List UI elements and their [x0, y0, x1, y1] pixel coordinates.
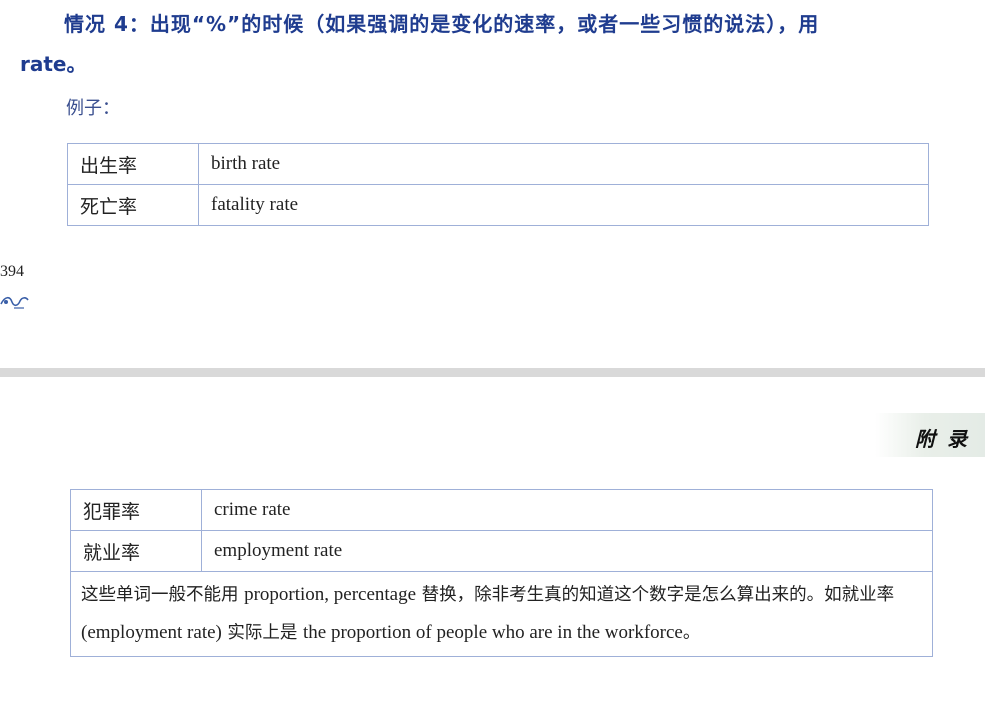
- note-text: (employment rate): [81, 622, 222, 643]
- situation-title: 情况 4：出现“%”的时候（如果强调的是变化的速率，或者一些习惯的说法），用: [64, 12, 820, 36]
- note-text: 替换，除非考生真的知道这个数字是怎么算出来的。如就业率: [416, 585, 895, 605]
- note-text: proportion, percentage: [244, 584, 417, 605]
- term-english: crime rate: [201, 489, 933, 531]
- term-english: employment rate: [201, 530, 933, 572]
- situation-title-continuation: rate。: [20, 52, 87, 76]
- term-chinese: 就业率: [70, 530, 202, 572]
- note-text: the proportion of people who are in the …: [303, 622, 683, 643]
- term-table-top: 出生率 birth rate 死亡率 fatality rate: [67, 143, 929, 226]
- note-text: 这些单词一般不能用: [81, 585, 245, 605]
- table-row: 这些单词一般不能用 proportion, percentage 替换，除非考生…: [70, 571, 933, 657]
- term-table-bottom: 犯罪率 crime rate 就业率 employment rate 这些单词一…: [70, 489, 933, 657]
- page-separator: [0, 368, 985, 377]
- section-header-label: 附录: [915, 427, 979, 451]
- page-number: 394: [0, 263, 24, 280]
- table-row: 就业率 employment rate: [70, 530, 933, 572]
- page-bottom: 附录 犯罪率 crime rate 就业率 employment rate 这些…: [0, 377, 985, 714]
- term-chinese: 犯罪率: [70, 489, 202, 531]
- note-text: 。: [682, 623, 701, 643]
- note-text: 实际上是: [221, 623, 303, 643]
- term-english: fatality rate: [198, 184, 929, 226]
- term-chinese: 出生率: [67, 143, 199, 185]
- ornament-icon: [0, 296, 29, 309]
- table-row: 死亡率 fatality rate: [67, 184, 929, 226]
- example-label: 例子：: [66, 98, 120, 119]
- note-cell: 这些单词一般不能用 proportion, percentage 替换，除非考生…: [70, 571, 933, 657]
- term-chinese: 死亡率: [67, 184, 199, 226]
- table-row: 出生率 birth rate: [67, 143, 929, 185]
- page-top: 情况 4：出现“%”的时候（如果强调的是变化的速率，或者一些习惯的说法），用 r…: [0, 0, 985, 368]
- term-english: birth rate: [198, 143, 929, 185]
- table-row: 犯罪率 crime rate: [70, 489, 933, 531]
